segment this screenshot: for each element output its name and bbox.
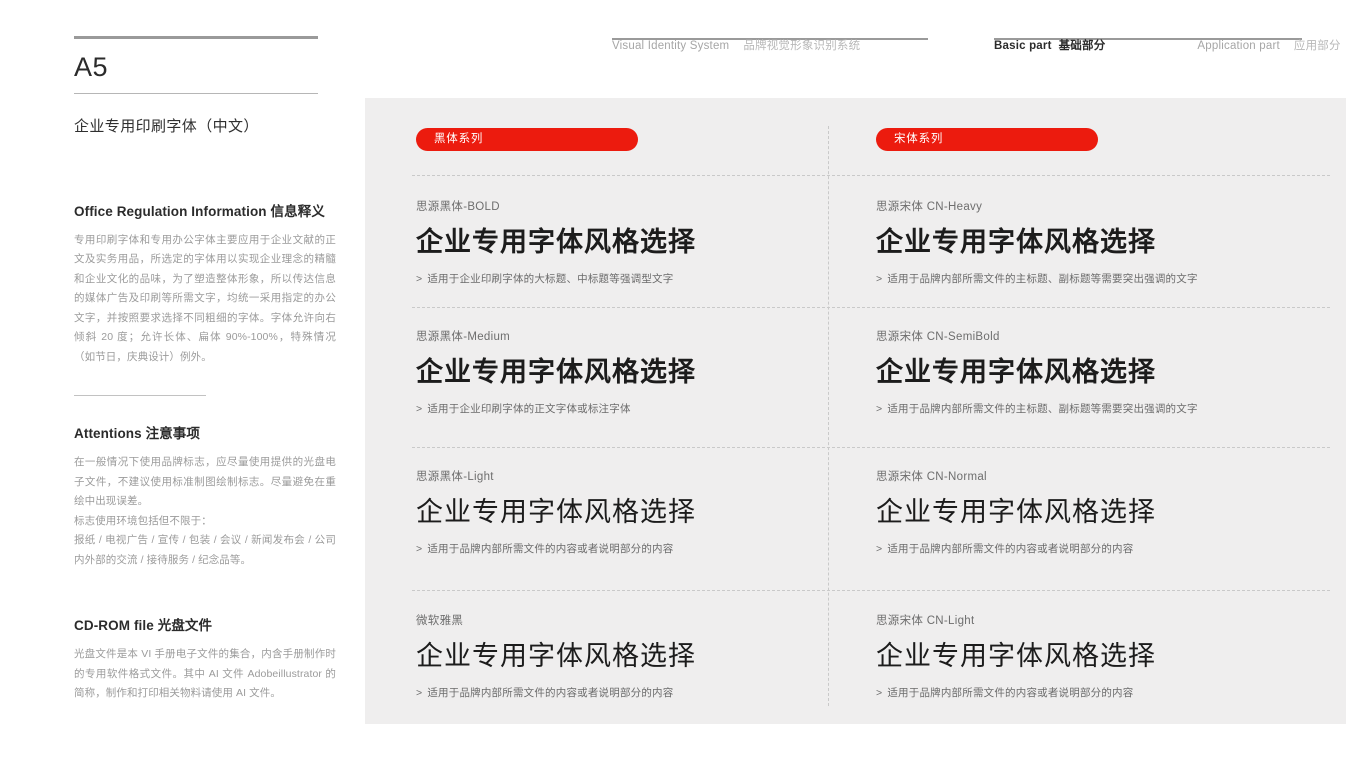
left-sidebar: A5 企业专用印刷字体（中文） Office Regulation Inform…	[74, 36, 336, 704]
specimen-hei-bold: 思源黑体-BOLD 企业专用字体风格选择 > 适用于企业印刷字体的大标题、中标题等…	[416, 198, 846, 286]
specimen-font-name: 微软雅黑	[416, 615, 464, 627]
specimen-usage-text: 适用于品牌内部所需文件的内容或者说明部分的内容	[427, 543, 674, 556]
nav-application-part-cn[interactable]: 应用部分	[1294, 37, 1341, 53]
specimen-usage-note: > 适用于品牌内部所需文件的内容或者说明部分的内容	[416, 541, 846, 556]
header-system-en: Visual Identity System	[612, 40, 730, 52]
sidebar-divider	[74, 395, 206, 397]
page-title: 企业专用印刷字体（中文）	[74, 117, 259, 135]
specimen-usage-note: > 适用于品牌内部所需文件的内容或者说明部分的内容	[416, 685, 846, 700]
specimen-sample-text: 企业专用字体风格选择	[416, 497, 696, 527]
block-heading: Attentions 注意事项	[74, 422, 336, 442]
nav-basic-part-en[interactable]: Basic part	[994, 40, 1052, 52]
specimen-font-name: 思源宋体 CN-Heavy	[876, 201, 983, 213]
specimen-usage-text: 适用于品牌内部所需文件的内容或者说明部分的内容	[887, 543, 1134, 556]
specimen-song-normal: 思源宋体 CN-Normal 企业专用字体风格选择 > 适用于品牌内部所需文件的内…	[876, 468, 1306, 556]
caret-icon: >	[876, 543, 883, 556]
specimen-usage-text: 适用于品牌内部所需文件的内容或者说明部分的内容	[427, 687, 674, 700]
header-system-label: Visual Identity System 品牌视觉形象识别系统	[612, 37, 860, 53]
nav-basic-part-cn[interactable]: 基础部分	[1059, 37, 1106, 53]
specimen-hei-medium: 思源黑体-Medium 企业专用字体风格选择 > 适用于企业印刷字体的正文字体或标…	[416, 328, 846, 416]
specimen-usage-text: 适用于品牌内部所需文件的主标题、副标题等需要突出强调的文字	[887, 403, 1198, 416]
specimen-usage-text: 适用于品牌内部所需文件的主标题、副标题等需要突出强调的文字	[887, 273, 1198, 286]
specimen-font-name: 思源黑体-Light	[416, 471, 494, 483]
specimen-sample-text: 企业专用字体风格选择	[876, 227, 1156, 257]
specimen-font-name: 思源宋体 CN-Normal	[876, 471, 987, 483]
specimen-song-light: 思源宋体 CN-Light 企业专用字体风格选择 > 适用于品牌内部所需文件的内容…	[876, 612, 1306, 700]
caret-icon: >	[876, 687, 883, 700]
caret-icon: >	[876, 273, 883, 286]
block-heading: Office Regulation Information 信息释义	[74, 200, 336, 220]
specimen-usage-note: > 适用于企业印刷字体的大标题、中标题等强调型文字	[416, 271, 846, 286]
info-block-cdrom: CD-ROM file 光盘文件 光盘文件是本 VI 手册电子文件的集合，内含手…	[74, 614, 336, 704]
block-body: 专用印刷字体和专用办公字体主要应用于企业文献的正文及实务用品，所选定的字体用以实…	[74, 231, 336, 368]
block-paragraph: 专用印刷字体和专用办公字体主要应用于企业文献的正文及实务用品，所选定的字体用以实…	[74, 233, 336, 363]
caret-icon: >	[416, 543, 423, 556]
specimen-hei-light: 思源黑体-Light 企业专用字体风格选择 > 适用于品牌内部所需文件的内容或者说…	[416, 468, 846, 556]
info-block-office-regulation: Office Regulation Information 信息释义 专用印刷字…	[74, 200, 336, 368]
specimen-song-heavy: 思源宋体 CN-Heavy 企业专用字体风格选择 > 适用于品牌内部所需文件的主标…	[876, 198, 1306, 286]
block-heading: CD-ROM file 光盘文件	[74, 614, 336, 634]
block-heading-cn: 注意事项	[145, 426, 201, 442]
block-paragraph: 标志使用环境包括但不限于：	[74, 514, 212, 527]
specimen-font-name: 思源黑体-Medium	[416, 331, 511, 343]
nav-application-part-en[interactable]: Application part	[1197, 40, 1279, 52]
caret-icon: >	[416, 687, 423, 700]
specimen-usage-note: > 适用于企业印刷字体的正文字体或标注字体	[416, 401, 846, 416]
specimen-font-name: 思源黑体-BOLD	[416, 201, 500, 213]
typography-panel: 黑体系列 宋体系列 思源黑体-BOLD 企业专用字体风格选择 > 适用于企业印刷字…	[365, 98, 1346, 724]
block-heading-cn: 光盘文件	[157, 618, 213, 634]
specimen-microsoft-yahei: 微软雅黑 企业专用字体风格选择 > 适用于品牌内部所需文件的内容或者说明部分的内容	[416, 612, 846, 700]
block-heading-en: Office Regulation Information	[74, 203, 267, 219]
specimen-usage-note: > 适用于品牌内部所需文件的内容或者说明部分的内容	[876, 541, 1306, 556]
block-paragraph: 报纸 / 电视广告 / 宣传 / 包装 / 会议 / 新闻发布会 / 公司内外部…	[74, 534, 336, 566]
specimen-sample-text: 企业专用字体风格选择	[416, 227, 696, 257]
specimen-sample-text: 企业专用字体风格选择	[416, 357, 696, 387]
specimen-font-name: 思源宋体 CN-SemiBold	[876, 331, 1000, 343]
specimen-usage-text: 适用于企业印刷字体的大标题、中标题等强调型文字	[427, 273, 674, 286]
header-system-cn: 品牌视觉形象识别系统	[743, 40, 861, 52]
block-paragraph: 在一般情况下使用品牌标志，应尽量使用提供的光盘电子文件，不建议使用标准制图绘制标…	[74, 456, 336, 508]
caret-icon: >	[416, 273, 423, 286]
specimen-sample-text: 企业专用字体风格选择	[876, 497, 1156, 527]
caret-icon: >	[876, 403, 883, 416]
header-part-nav: Basic part 基础部分 Application part 应用部分	[994, 37, 1341, 53]
block-body: 在一般情况下使用品牌标志，应尽量使用提供的光盘电子文件，不建议使用标准制图绘制标…	[74, 453, 336, 570]
block-heading-en: CD-ROM file	[74, 618, 154, 634]
block-body: 光盘文件是本 VI 手册电子文件的集合，内含手册制作时的专用软件格式文件。其中 …	[74, 645, 336, 704]
specimen-usage-note: > 适用于品牌内部所需文件的主标题、副标题等需要突出强调的文字	[876, 271, 1306, 286]
specimen-usage-note: > 适用于品牌内部所需文件的内容或者说明部分的内容	[876, 685, 1306, 700]
specimen-font-name: 思源宋体 CN-Light	[876, 615, 975, 627]
specimen-sample-text: 企业专用字体风格选择	[876, 641, 1156, 671]
page-code: A5	[74, 52, 109, 82]
info-block-attentions: Attentions 注意事项 在一般情况下使用品牌标志，应尽量使用提供的光盘电…	[74, 422, 336, 570]
specimen-sample-text: 企业专用字体风格选择	[416, 641, 696, 671]
specimen-usage-text: 适用于企业印刷字体的正文字体或标注字体	[427, 403, 631, 416]
specimen-usage-note: > 适用于品牌内部所需文件的主标题、副标题等需要突出强调的文字	[876, 401, 1306, 416]
block-heading-en: Attentions	[74, 426, 142, 442]
specimen-grid: 思源黑体-BOLD 企业专用字体风格选择 > 适用于企业印刷字体的大标题、中标题等…	[365, 98, 1346, 724]
vi-manual-page: A5 企业专用印刷字体（中文） Office Regulation Inform…	[0, 0, 1366, 768]
block-heading-cn: 信息释义	[270, 203, 325, 219]
sidebar-top-rule	[74, 36, 318, 39]
caret-icon: >	[416, 403, 423, 416]
block-paragraph: 光盘文件是本 VI 手册电子文件的集合，内含手册制作时的专用软件格式文件。其中 …	[74, 648, 336, 700]
specimen-song-semibold: 思源宋体 CN-SemiBold 企业专用字体风格选择 > 适用于品牌内部所需文件…	[876, 328, 1306, 416]
sidebar-thin-rule	[74, 92, 318, 94]
specimen-usage-text: 适用于品牌内部所需文件的内容或者说明部分的内容	[887, 687, 1134, 700]
specimen-sample-text: 企业专用字体风格选择	[876, 357, 1156, 387]
